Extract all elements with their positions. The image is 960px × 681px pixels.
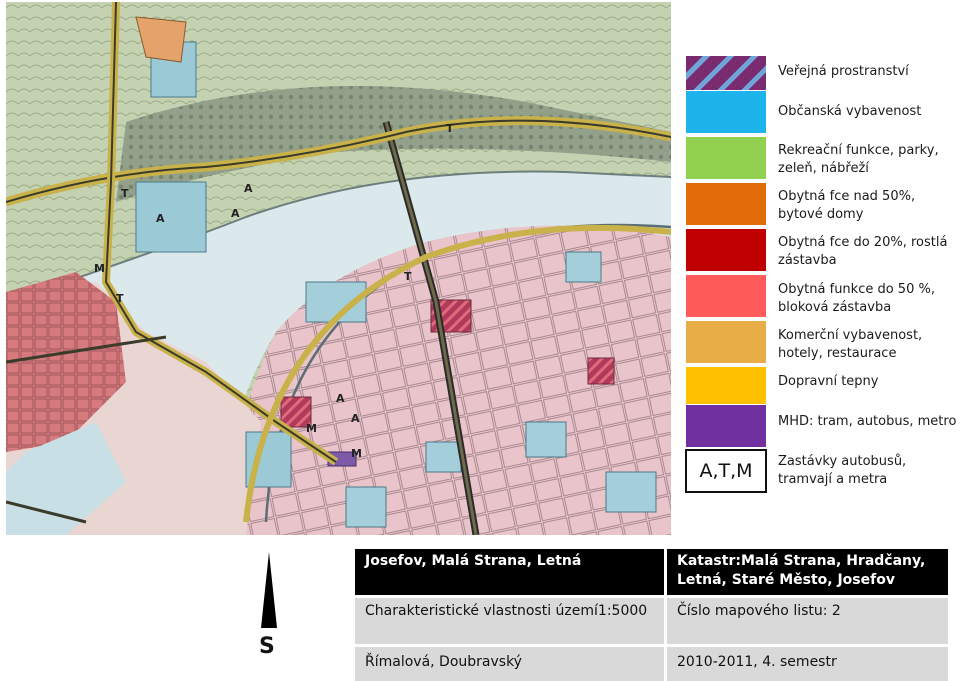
cadastre-cell: Katastr:Malá Strana, Hradčany, Letná, St…	[667, 549, 948, 595]
legend-swatch-residential-under-50	[685, 274, 767, 318]
stop-label: A	[244, 182, 253, 195]
legend-label-transit: MHD: tram, autobus, metro	[778, 414, 957, 429]
legend-label-commercial: Komerční vybavenost, hotely, restaurace	[778, 328, 923, 361]
legend-label-public-space: Veřejná prostranství	[778, 64, 909, 79]
term-cell: 2010-2011, 4. semestr	[667, 647, 948, 681]
legend-swatch-transit	[685, 404, 767, 448]
sheet-cell: Číslo mapového listu: 2	[667, 598, 948, 644]
stop-label: M	[351, 447, 362, 460]
authors-cell: Římalová, Doubravský	[355, 647, 664, 681]
subject-cell: Charakteristické vlastnosti území1:5000	[355, 598, 664, 644]
stop-label: T	[121, 187, 129, 200]
district-cell: Josefov, Malá Strana, Letná	[355, 549, 664, 595]
legend-label-residential-under-20: Obytná fce do 20%, rostlá zástavba	[778, 235, 948, 268]
legend-label-residential-over-50: Obytná fce nad 50%, bytové domy	[778, 189, 916, 222]
legend-swatch-recreation	[685, 136, 767, 180]
legend-label-civic: Občanská vybavenost	[778, 104, 922, 119]
legend-swatch-residential-under-20	[685, 228, 767, 272]
stop-label: A	[231, 207, 240, 220]
legend-swatch-commercial	[685, 320, 767, 364]
map-image: A T A M T A A M T A T M	[6, 2, 671, 535]
stop-label: T	[446, 122, 454, 135]
stop-label: M	[94, 262, 105, 275]
legend-label-residential-under-50: Obytná funkce do 50 %, bloková zástavba	[778, 282, 935, 315]
stop-label: M	[306, 422, 317, 435]
stop-label: A	[351, 412, 360, 425]
legend-swatch-residential-over-50	[685, 182, 767, 226]
legend-label-recreation: Rekreační funkce, parky, zeleň, nábřeží	[778, 143, 939, 176]
stop-label: T	[116, 292, 124, 305]
north-arrow-icon	[261, 552, 277, 628]
legend-label-stops: Zastávky autobusů, tramvají a metra	[778, 454, 907, 487]
north-label: S	[259, 634, 275, 659]
stop-label: A	[336, 392, 345, 405]
stop-label: T	[404, 270, 412, 283]
legend-swatch-civic	[685, 90, 767, 134]
stop-label: A	[156, 212, 165, 225]
legend-stops-symbol: A,T,M	[685, 449, 767, 493]
legend-label-traffic: Dopravní tepny	[778, 374, 879, 389]
